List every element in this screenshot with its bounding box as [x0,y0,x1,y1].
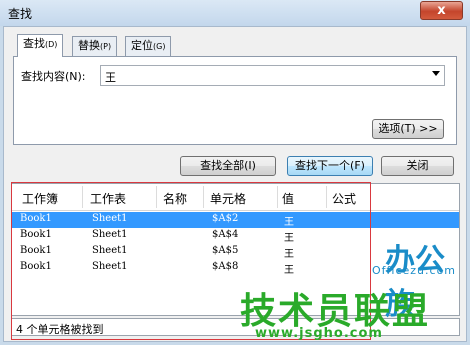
results-header: 工作簿 工作表 名称 单元格 值 公式 [12,184,459,211]
watermark-site-url: www.jsgho.com [255,326,383,341]
tab-replace[interactable]: 替换(P) [72,36,118,56]
result-workbook: Book1 [20,229,52,240]
col-header-name[interactable]: 名称 [163,190,187,207]
result-cell: $A$2 [212,213,239,224]
col-header-formula[interactable]: 公式 [332,190,356,207]
tab-goto[interactable]: 定位(G) [125,36,172,56]
result-worksheet: Sheet1 [92,229,128,240]
tab-goto-label: 定位 [131,39,153,52]
title-bar: 查找 x [0,0,470,26]
result-worksheet: Sheet1 [92,213,128,224]
find-what-combobox[interactable]: 王 [100,65,445,86]
tab-replace-key: (P) [100,42,112,51]
close-button[interactable]: 关闭 [381,156,454,176]
result-value: 王 [284,233,294,244]
col-header-value[interactable]: 值 [282,190,294,207]
find-what-value: 王 [105,71,116,84]
result-value: 王 [284,265,294,276]
status-text: 4 个单元格被找到 [16,323,104,336]
tab-find-key: (D) [45,40,58,49]
tab-goto-key: (G) [153,42,166,51]
watermark-brand-url: Officezu.com [372,264,457,277]
find-all-button[interactable]: 查找全部(I) [180,156,276,176]
find-next-button[interactable]: 查找下一个(F) [287,156,373,176]
result-workbook: Book1 [20,261,52,272]
result-worksheet: Sheet1 [92,245,128,256]
result-cell: $A$5 [212,245,239,256]
col-header-workbook[interactable]: 工作簿 [22,190,58,207]
options-button[interactable]: 选项(T) >> [372,119,444,139]
result-value: 王 [284,249,294,260]
result-worksheet: Sheet1 [92,261,128,272]
tab-replace-label: 替换 [78,39,100,52]
tab-find[interactable]: 查找(D) [17,34,64,57]
dropdown-arrow-icon[interactable] [432,71,440,76]
col-header-cell[interactable]: 单元格 [210,190,246,207]
find-what-label: 查找内容(N): [21,70,86,83]
result-cell: $A$4 [212,229,239,240]
result-workbook: Book1 [20,213,52,224]
result-row[interactable]: Book1 Sheet1 $A$2 王 [12,212,459,228]
result-value: 王 [284,217,294,228]
window-title: 查找 [8,7,33,21]
window-close-button[interactable]: x [420,1,463,20]
result-workbook: Book1 [20,245,52,256]
result-cell: $A$8 [212,261,239,272]
tab-find-label: 查找 [23,37,45,50]
col-header-worksheet[interactable]: 工作表 [90,190,126,207]
